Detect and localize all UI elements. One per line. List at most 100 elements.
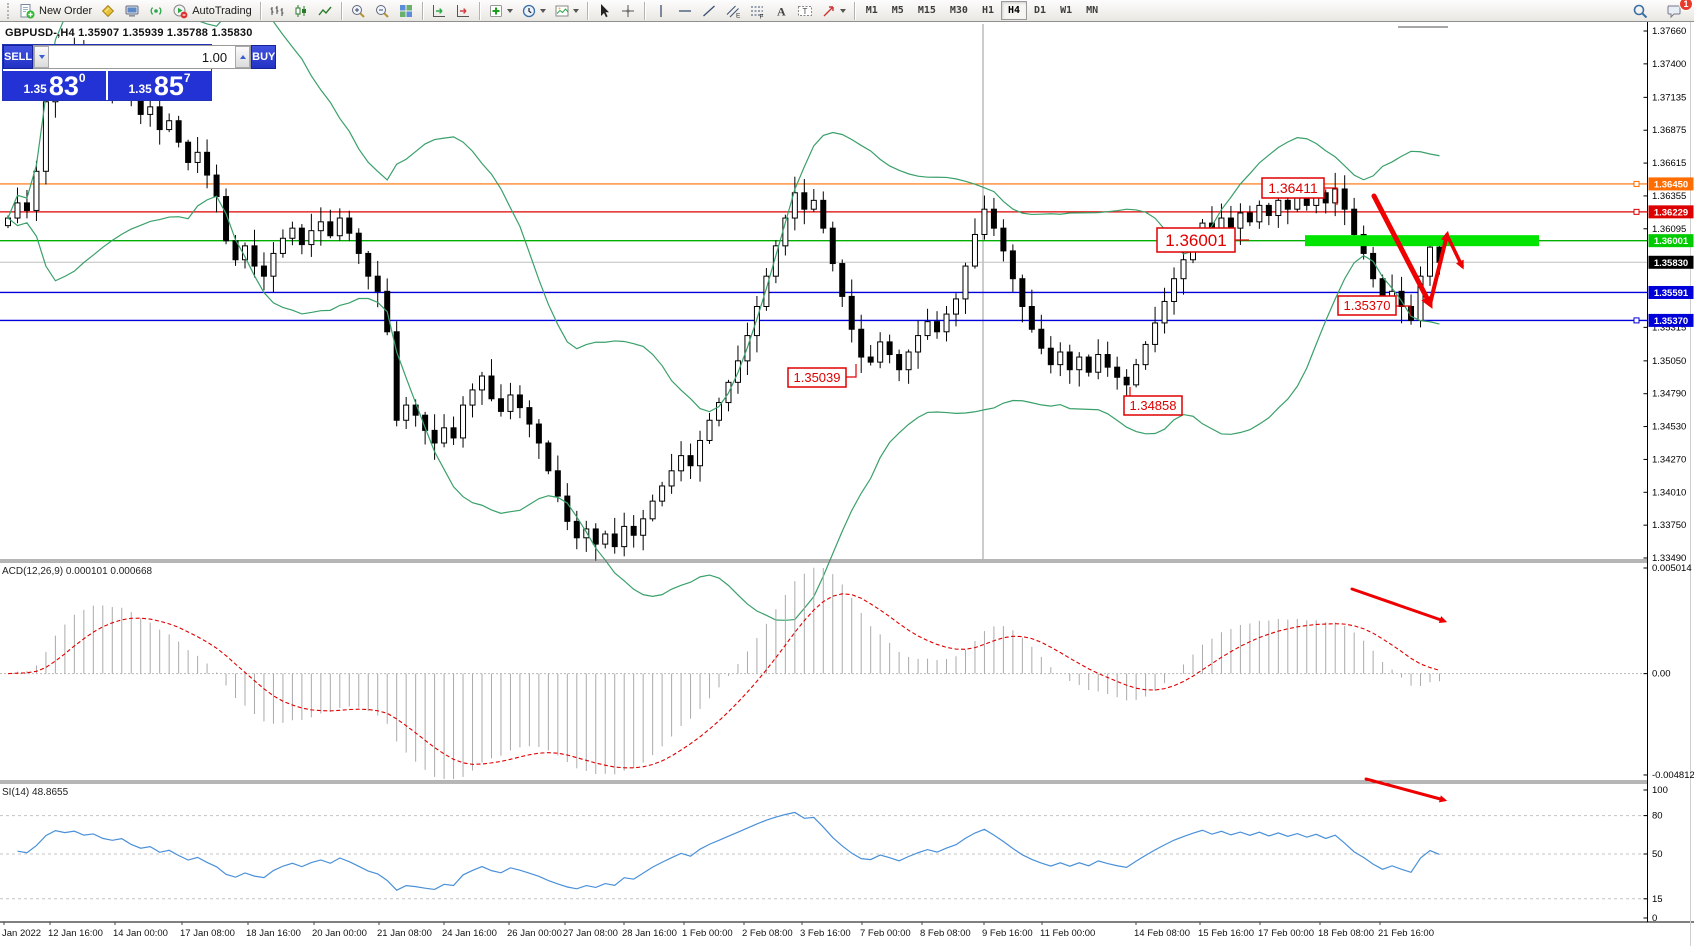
horizontal-line-tool-button-icon	[677, 3, 693, 19]
volume-decrease-button[interactable]	[34, 46, 49, 68]
channel-tool-button-icon: E	[725, 3, 741, 19]
chevron-up-icon	[240, 55, 246, 59]
signal-icon-icon	[148, 3, 164, 19]
price-annotations: 1.364111.360011.350391.348581.35370	[788, 178, 1410, 415]
crosshair-tool-button[interactable]	[616, 0, 640, 22]
text-tool-button[interactable]: A	[769, 0, 793, 22]
price-plate-1.36001: 1.36001	[1654, 236, 1689, 247]
price-tick: 1.36875	[1652, 125, 1686, 136]
annotation-1.34858[interactable]: 1.34858	[1124, 387, 1182, 415]
price-plate-1.36229: 1.36229	[1654, 207, 1688, 218]
sell-button[interactable]: SELL	[3, 45, 33, 69]
timeframe-W1-button[interactable]: W1	[1053, 1, 1079, 20]
timeframe-M30-button[interactable]: M30	[943, 1, 975, 20]
level-handle-1.36229[interactable]	[1634, 209, 1639, 214]
volume-increase-button[interactable]	[235, 46, 250, 68]
toolbar-separator	[260, 2, 261, 20]
chevron-down-icon	[840, 9, 846, 13]
shapes-tool-button[interactable]	[817, 0, 850, 22]
price-tick: 1.36355	[1652, 191, 1686, 202]
time-label: 21 Feb 16:00	[1378, 928, 1434, 939]
toolbar-right-icons: 1	[1628, 2, 1686, 20]
bar-chart-button[interactable]	[265, 0, 289, 22]
signal-icon[interactable]	[144, 0, 168, 22]
search-icon	[1632, 3, 1648, 19]
timeframe-M1-button[interactable]: M1	[859, 1, 885, 20]
text-tool-button-icon: A	[773, 3, 789, 19]
drawn-arrows	[1352, 196, 1464, 802]
candlestick-chart-button[interactable]	[289, 0, 313, 22]
level-handle-1.35370[interactable]	[1634, 318, 1639, 323]
timeframe-H4-button[interactable]: H4	[1001, 1, 1027, 20]
volume-spinner	[33, 45, 251, 69]
vertical-line-tool-button-icon	[653, 3, 669, 19]
chart-shift-button[interactable]	[451, 0, 475, 22]
buy-price-prefix: 1.35	[128, 80, 151, 99]
trendline-tool-button[interactable]	[697, 0, 721, 22]
timeframe-D1-button[interactable]: D1	[1027, 1, 1053, 20]
buy-button[interactable]: BUY	[251, 45, 276, 69]
cursor-tool-button[interactable]	[592, 0, 616, 22]
new-order-button[interactable]: New Order	[15, 0, 96, 22]
time-label: 1 Feb 00:00	[682, 928, 733, 939]
level-handle-1.36450[interactable]	[1634, 181, 1639, 186]
svg-text:F: F	[759, 13, 763, 19]
cursor-tool-button-icon	[596, 3, 612, 19]
periods-button[interactable]	[517, 0, 550, 22]
price-tick: 1.34530	[1652, 422, 1686, 433]
rsi-tick: 15	[1652, 894, 1663, 905]
toolbar: New Order AutoTrading E F AT M1M5M15M30H1H4D1…	[0, 0, 1694, 22]
zoom-out-button[interactable]	[370, 0, 394, 22]
indicators-button[interactable]	[484, 0, 517, 22]
notification-badge: 1	[1679, 0, 1693, 11]
chevron-down-icon	[573, 9, 579, 13]
annotation-1.36001[interactable]: 1.36001	[1157, 228, 1249, 252]
timeframe-MN-button[interactable]: MN	[1079, 1, 1105, 20]
notifications-button[interactable]: 1	[1662, 0, 1686, 22]
indicators-button-icon	[488, 3, 504, 19]
time-label: 27 Jan 08:00	[563, 928, 618, 939]
time-label: 26 Jan 00:00	[507, 928, 562, 939]
macd-indicator-label: ACD(12,26,9) 0.000101 0.000668	[2, 566, 152, 577]
support-zone-band[interactable]	[1305, 235, 1539, 246]
support-zone	[1305, 235, 1539, 246]
auto-scroll-button[interactable]	[427, 0, 451, 22]
fibonacci-tool-button[interactable]: F	[745, 0, 769, 22]
timeframe-H1-button[interactable]: H1	[975, 1, 1001, 20]
price-tick: 1.34790	[1652, 389, 1686, 400]
volume-input[interactable]	[49, 46, 235, 68]
tile-windows-button[interactable]	[394, 0, 418, 22]
sell-price[interactable]: 1.35830	[3, 71, 106, 100]
horizontal-line-tool-button[interactable]	[673, 0, 697, 22]
price-tick: 1.37400	[1652, 59, 1686, 70]
toolbar-separator	[341, 2, 342, 20]
rsi-tick: 0	[1652, 913, 1657, 924]
zoom-in-button[interactable]	[346, 0, 370, 22]
chart-shift-button-icon	[455, 3, 471, 19]
buy-price-sup: 7	[184, 71, 191, 85]
buy-price[interactable]: 1.35857	[108, 71, 211, 100]
bollinger-bands	[8, 0, 1439, 620]
label-tool-button[interactable]: T	[793, 0, 817, 22]
trade-panel-controls: SELL BUY	[3, 45, 211, 69]
shapes-tool-button-icon	[821, 3, 837, 19]
time-label: 24 Jan 16:00	[442, 928, 497, 939]
timeframe-M15-button[interactable]: M15	[911, 1, 943, 20]
line-chart-button[interactable]	[313, 0, 337, 22]
time-label: 12 Jan 16:00	[48, 928, 103, 939]
macd-signal-line	[8, 594, 1439, 768]
bar-chart-button-icon	[269, 3, 285, 19]
channel-tool-button[interactable]: E	[721, 0, 745, 22]
autotrading-button[interactable]: AutoTrading	[168, 0, 256, 22]
timeframe-M5-button[interactable]: M5	[885, 1, 911, 20]
search-button[interactable]	[1628, 0, 1652, 22]
vertical-line-tool-button[interactable]	[649, 0, 673, 22]
annotation-1.35039[interactable]: 1.35039	[788, 364, 856, 387]
price-tick: 1.34270	[1652, 454, 1686, 465]
gold-icon[interactable]	[96, 0, 120, 22]
toolbar-separator	[587, 2, 588, 20]
sell-price-big: 83	[49, 73, 79, 99]
time-label: 21 Jan 08:00	[377, 928, 432, 939]
terminal-icon[interactable]	[120, 0, 144, 22]
templates-button[interactable]	[550, 0, 583, 22]
